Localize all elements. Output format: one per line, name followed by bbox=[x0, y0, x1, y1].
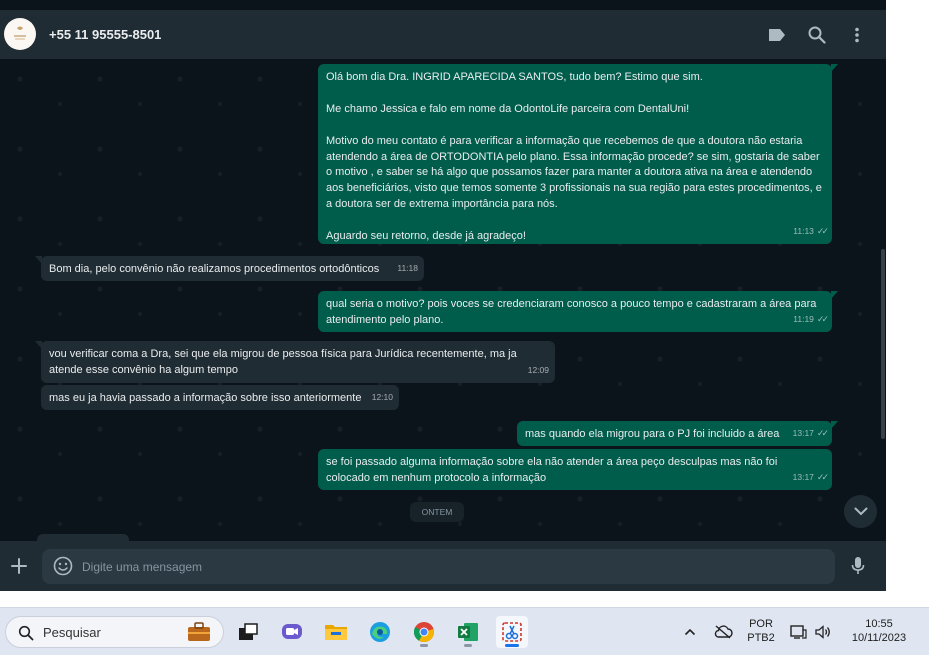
scrollbar-thumb[interactable] bbox=[881, 249, 885, 439]
meet-icon bbox=[282, 624, 302, 639]
whatsapp-window: +55 11 95555-8501 Olá bom dia Dra. INGRI… bbox=[0, 0, 886, 591]
message-outgoing[interactable]: Olá bom dia Dra. INGRID APARECIDA SANTOS… bbox=[318, 64, 838, 244]
contact-name[interactable]: +55 11 95555-8501 bbox=[49, 27, 161, 42]
message-outgoing[interactable]: qual seria o motivo? pois voces se crede… bbox=[318, 291, 838, 332]
clock-time: 10:55 bbox=[865, 618, 893, 630]
label-icon[interactable] bbox=[766, 24, 788, 46]
message-incoming[interactable]: mas eu ja havia passado a informação sob… bbox=[41, 385, 399, 410]
composer-bar bbox=[0, 541, 886, 591]
clock-date: 10/11/2023 bbox=[851, 632, 907, 644]
message-time: 11:19 bbox=[793, 314, 814, 325]
meet-button[interactable] bbox=[276, 616, 308, 648]
task-view-icon bbox=[239, 623, 258, 640]
delivered-ticks-icon: ✓✓ bbox=[816, 226, 829, 237]
message-text: se foi passado alguma informação sobre e… bbox=[326, 456, 778, 484]
message-incoming[interactable]: Bom dia, pelo convênio não realizamos pr… bbox=[35, 256, 424, 281]
message-incoming[interactable]: vou verificar coma a Dra, sei que ela mi… bbox=[35, 341, 555, 383]
message-time: 13:17 bbox=[792, 472, 814, 483]
contact-avatar[interactable] bbox=[4, 18, 36, 50]
message-time: 11:13 bbox=[793, 226, 814, 237]
taskbar-search[interactable]: Pesquisar bbox=[5, 616, 224, 648]
message-text: Olá bom dia Dra. INGRID APARECIDA SANTOS… bbox=[326, 71, 822, 243]
edge-button[interactable] bbox=[364, 616, 396, 648]
message-time: 12:09 bbox=[527, 365, 549, 376]
delivered-ticks-icon: ✓✓ bbox=[816, 428, 829, 439]
briefcase-icon bbox=[188, 622, 210, 641]
message-text: qual seria o motivo? pois voces se crede… bbox=[326, 298, 817, 326]
delivered-ticks-icon: ✓✓ bbox=[816, 472, 829, 483]
edge-icon bbox=[370, 622, 390, 642]
speaker-icon bbox=[815, 625, 830, 639]
message-outgoing[interactable]: mas quando ela migrou para o PJ foi incl… bbox=[517, 421, 838, 446]
search-label: Pesquisar bbox=[43, 625, 101, 640]
snipping-tool-button[interactable] bbox=[496, 616, 528, 648]
excel-icon bbox=[458, 623, 478, 641]
emoji-icon[interactable] bbox=[53, 556, 73, 576]
more-vertical-icon[interactable] bbox=[846, 24, 868, 46]
microphone-icon bbox=[851, 557, 865, 574]
file-explorer-button[interactable] bbox=[320, 616, 352, 648]
input-language[interactable]: POR PTB2 bbox=[743, 617, 779, 645]
message-input[interactable] bbox=[82, 549, 822, 584]
snipping-tool-icon bbox=[502, 622, 522, 642]
desktop-background bbox=[886, 0, 929, 607]
message-text: mas quando ela migrou para o PJ foi incl… bbox=[525, 428, 780, 440]
message-time: 11:18 bbox=[397, 263, 418, 274]
message-outgoing[interactable]: se foi passado alguma informação sobre e… bbox=[318, 449, 832, 490]
search-icon bbox=[18, 625, 34, 641]
network-button[interactable] bbox=[786, 616, 810, 648]
chat-header: +55 11 95555-8501 bbox=[0, 10, 886, 59]
chevron-up-icon bbox=[684, 628, 696, 636]
show-hidden-icons-button[interactable] bbox=[680, 616, 700, 648]
voice-message-button[interactable] bbox=[847, 555, 869, 577]
message-list[interactable]: Olá bom dia Dra. INGRID APARECIDA SANTOS… bbox=[0, 59, 886, 541]
clock[interactable]: 10:55 10/11/2023 bbox=[843, 617, 915, 645]
message-time: 12:10 bbox=[371, 392, 393, 403]
message-input-box bbox=[42, 549, 835, 584]
message-time: 13:17 bbox=[792, 428, 814, 439]
chevron-down-icon bbox=[854, 507, 867, 516]
windows-taskbar: Pesquisar POR PTB2 10:55 10/11/2023 bbox=[0, 607, 929, 655]
plus-icon bbox=[11, 558, 27, 574]
day-separator: ONTEM bbox=[410, 502, 464, 522]
cloud-offline-button[interactable] bbox=[710, 616, 736, 648]
cloud-offline-icon bbox=[714, 625, 733, 639]
search-icon[interactable] bbox=[806, 24, 828, 46]
file-explorer-icon bbox=[325, 625, 347, 640]
chrome-icon bbox=[413, 622, 434, 643]
scroll-down-button[interactable] bbox=[844, 495, 877, 528]
volume-button[interactable] bbox=[810, 616, 836, 648]
attach-button[interactable] bbox=[8, 555, 30, 577]
delivered-ticks-icon: ✓✓ bbox=[816, 314, 829, 325]
chrome-button[interactable] bbox=[408, 616, 440, 648]
excel-button[interactable] bbox=[452, 616, 484, 648]
task-view-button[interactable] bbox=[232, 616, 264, 648]
message-text: mas eu ja havia passado a informação sob… bbox=[49, 392, 362, 404]
clinic-logo-avatar bbox=[7, 21, 33, 47]
message-text: vou verificar coma a Dra, sei que ela mi… bbox=[49, 348, 517, 376]
network-icon bbox=[790, 625, 807, 639]
message-text: Bom dia, pelo convênio não realizamos pr… bbox=[49, 263, 380, 275]
message-incoming-partial bbox=[37, 534, 129, 541]
